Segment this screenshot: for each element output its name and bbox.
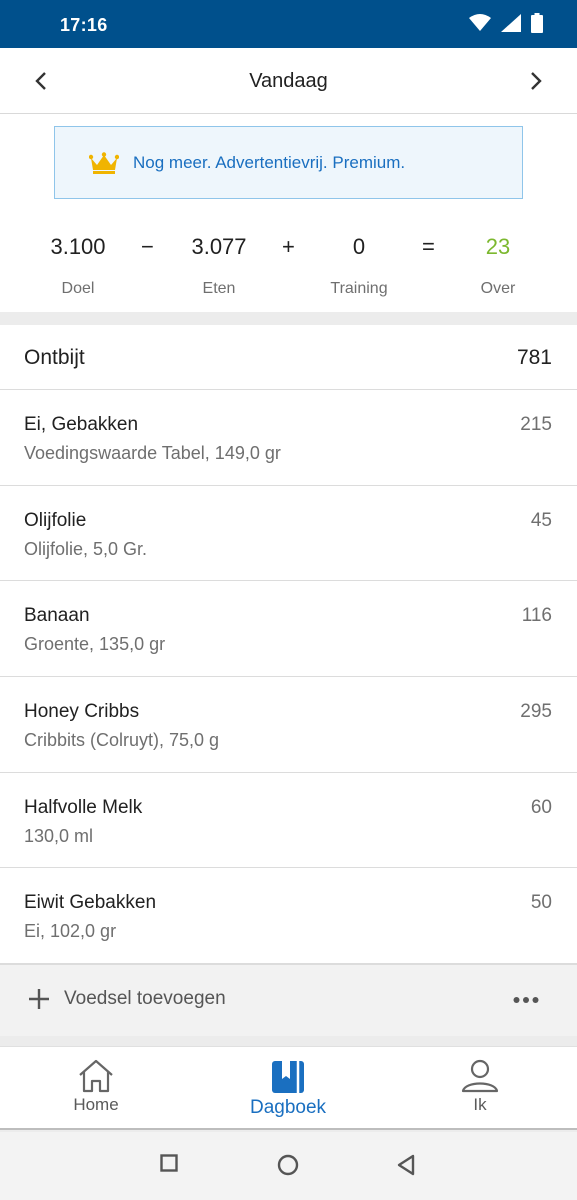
signal-icon bbox=[501, 14, 521, 32]
meal-calories: 781 bbox=[516, 346, 552, 369]
food-value: 3.077 bbox=[191, 234, 247, 259]
exercise-label: Training bbox=[330, 280, 388, 297]
goal-label: Doel bbox=[61, 280, 95, 297]
food-name: Ei, Gebakken bbox=[24, 414, 139, 435]
food-description: Ei, 102,0 gr bbox=[24, 921, 117, 942]
status-bar: 17:16 bbox=[0, 0, 577, 48]
food-item[interactable]: Halfvolle Melk 130,0 ml 60 bbox=[0, 773, 577, 869]
food-item[interactable]: Eiwit Gebakken Ei, 102,0 gr 50 bbox=[0, 868, 577, 965]
premium-banner-text: Nog meer. Advertentievrij. Premium. bbox=[133, 152, 406, 172]
food-description: Cribbits (Colruyt), 75,0 g bbox=[24, 730, 220, 751]
chevron-right-icon bbox=[531, 72, 542, 90]
food-name: Honey Cribbs bbox=[24, 701, 140, 723]
food-description: Olijfolie, 5,0 Gr. bbox=[24, 538, 148, 559]
home-icon bbox=[79, 1059, 113, 1093]
diary-icon bbox=[272, 1061, 304, 1093]
remaining-cell: 23 Over bbox=[463, 232, 533, 298]
more-horizontal-icon bbox=[513, 997, 539, 1003]
meal-section-breakfast: Ontbijt 781 Ei, Gebakken Voedingswaarde … bbox=[0, 325, 577, 1036]
status-icons bbox=[469, 13, 543, 33]
goal-value: 3.100 bbox=[50, 234, 106, 259]
food-item[interactable]: Honey Cribbs Cribbits (Colruyt), 75,0 g … bbox=[0, 677, 577, 773]
status-time: 17:16 bbox=[60, 15, 108, 35]
minus-sign: − bbox=[141, 234, 154, 259]
food-item[interactable]: Banaan Groente, 135,0 gr 116 bbox=[0, 581, 577, 678]
food-calories: 45 bbox=[530, 509, 552, 531]
meal-name: Ontbijt bbox=[24, 346, 85, 369]
date-header: Vandaag bbox=[0, 48, 577, 114]
exercise-cell: 0 Training bbox=[314, 232, 404, 298]
person-icon bbox=[461, 1059, 499, 1093]
food-name: Olijfolie bbox=[24, 509, 87, 531]
food-description: Groente, 135,0 gr bbox=[24, 634, 166, 655]
add-food-label: Voedsel toevoegen bbox=[64, 988, 226, 1009]
food-name: Banaan bbox=[24, 605, 90, 627]
remaining-label: Over bbox=[480, 280, 516, 297]
triangle-back-icon bbox=[397, 1154, 415, 1176]
food-cell: 3.077 Eten bbox=[179, 232, 259, 298]
tab-home[interactable]: Home bbox=[0, 1047, 192, 1131]
food-item[interactable]: Ei, Gebakken Voedingswaarde Tabel, 149,0… bbox=[0, 390, 577, 486]
back-button[interactable] bbox=[396, 1154, 416, 1181]
next-day-button[interactable] bbox=[521, 66, 551, 96]
remaining-value: 23 bbox=[485, 234, 511, 259]
home-button[interactable] bbox=[277, 1154, 299, 1181]
food-calories: 295 bbox=[520, 701, 552, 723]
plus-sign: + bbox=[282, 234, 295, 259]
circle-icon bbox=[277, 1154, 299, 1176]
bottom-navigation: Home Dagboek Ik bbox=[0, 1046, 577, 1130]
tab-home-label: Home bbox=[73, 1095, 119, 1114]
crown-icon bbox=[89, 151, 119, 174]
food-description: Voedingswaarde Tabel, 149,0 gr bbox=[24, 443, 281, 463]
page-title[interactable]: Vandaag bbox=[0, 70, 577, 93]
food-calories: 60 bbox=[530, 796, 552, 818]
plus-icon bbox=[29, 989, 49, 1009]
calorie-equation[interactable]: 3.100 Doel − 3.077 Eten + 0 Training = 2… bbox=[0, 232, 577, 312]
equals-sign: = bbox=[422, 234, 435, 259]
add-food-button[interactable]: Voedsel toevoegen bbox=[28, 988, 226, 1010]
food-calories: 116 bbox=[521, 605, 552, 627]
add-food-row: Voedsel toevoegen bbox=[0, 964, 577, 1036]
calorie-summary: Nog meer. Advertentievrij. Premium. 3.10… bbox=[0, 114, 577, 312]
meal-header[interactable]: Ontbijt 781 bbox=[0, 325, 577, 390]
more-options-button[interactable] bbox=[513, 991, 539, 1009]
recents-button[interactable] bbox=[160, 1154, 178, 1177]
food-description: 130,0 ml bbox=[24, 825, 94, 846]
food-calories: 50 bbox=[530, 892, 552, 914]
food-item[interactable]: Olijfolie Olijfolie, 5,0 Gr. 45 bbox=[0, 486, 577, 582]
tab-diary[interactable]: Dagboek bbox=[192, 1047, 384, 1131]
premium-banner[interactable]: Nog meer. Advertentievrij. Premium. bbox=[54, 126, 523, 199]
food-name: Eiwit Gebakken bbox=[24, 892, 157, 914]
tab-me-label: Ik bbox=[473, 1095, 487, 1114]
food-label: Eten bbox=[202, 280, 236, 297]
battery-icon bbox=[531, 13, 543, 33]
exercise-value: 0 bbox=[352, 234, 366, 259]
tab-me[interactable]: Ik bbox=[384, 1047, 576, 1131]
goal-cell: 3.100 Doel bbox=[38, 232, 118, 298]
square-icon bbox=[160, 1154, 178, 1172]
tab-diary-label: Dagboek bbox=[249, 1097, 327, 1118]
wifi-icon bbox=[469, 14, 491, 31]
system-navigation-bar bbox=[0, 1132, 577, 1200]
food-name: Halfvolle Melk bbox=[24, 796, 143, 818]
food-calories: 215 bbox=[520, 414, 552, 435]
